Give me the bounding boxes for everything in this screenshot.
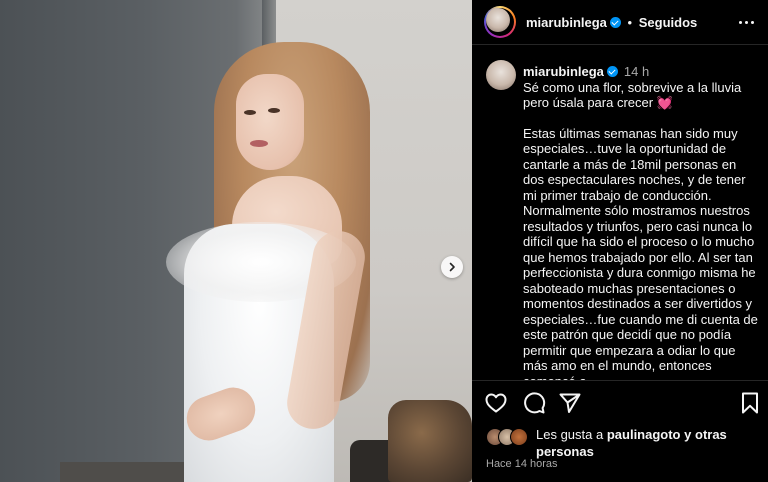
carousel-next-button[interactable]	[441, 256, 463, 278]
post-timestamp[interactable]: Hace 14 horas	[486, 458, 558, 470]
background-bag	[388, 400, 472, 482]
likes-text: Les gusta a paulinagoto y otras personas	[536, 426, 746, 460]
liker-avatars	[486, 428, 538, 446]
liker-username[interactable]: paulinagoto	[607, 427, 681, 442]
action-bar	[472, 380, 768, 429]
photo-subject-eye	[244, 110, 256, 115]
post-sidebar: miarubinlega • Seguidos miarubinlega 14 h…	[472, 0, 768, 482]
send-icon	[559, 393, 581, 413]
verified-badge-icon	[606, 66, 618, 77]
comment-button[interactable]	[522, 391, 548, 417]
caption-username[interactable]: miarubinlega	[523, 64, 604, 79]
bookmark-icon	[742, 392, 758, 414]
caption-paragraph: Estas últimas semanas han sido muy espec…	[523, 125, 758, 381]
following-button[interactable]: Seguidos	[639, 15, 698, 30]
share-button[interactable]	[558, 391, 584, 417]
likes-conjunction: y	[684, 427, 692, 442]
verified-badge-icon	[609, 17, 621, 28]
photo-subject-eye	[268, 108, 280, 113]
chevron-right-icon	[449, 262, 455, 272]
more-options-icon[interactable]	[736, 12, 756, 32]
avatar[interactable]	[486, 8, 510, 32]
caption-time[interactable]: 14 h	[624, 64, 649, 79]
story-ring[interactable]	[484, 6, 516, 38]
comment-icon	[524, 392, 546, 414]
photo-subject-lips	[250, 140, 268, 147]
post-image[interactable]	[0, 0, 472, 482]
avatar[interactable]	[486, 60, 516, 90]
post-header: miarubinlega • Seguidos	[472, 0, 768, 45]
like-button[interactable]	[484, 391, 510, 417]
likes-prefix: Les gusta a	[536, 427, 604, 442]
heart-icon	[485, 393, 507, 413]
heart-emoji-icon: 💓	[656, 95, 673, 110]
save-button[interactable]	[738, 391, 764, 417]
header-user-line: miarubinlega • Seguidos	[526, 15, 697, 30]
caption-area: miarubinlega 14 h Sé como una flor, sobre…	[472, 44, 768, 380]
avatar	[510, 428, 528, 446]
caption-line: Sé como una flor, sobrevive a la lluvia …	[523, 79, 742, 111]
photo-subject-face	[236, 74, 304, 170]
header-username[interactable]: miarubinlega	[526, 15, 607, 30]
caption-text: miarubinlega 14 h Sé como una flor, sobre…	[523, 64, 759, 380]
separator-dot: •	[627, 15, 633, 30]
